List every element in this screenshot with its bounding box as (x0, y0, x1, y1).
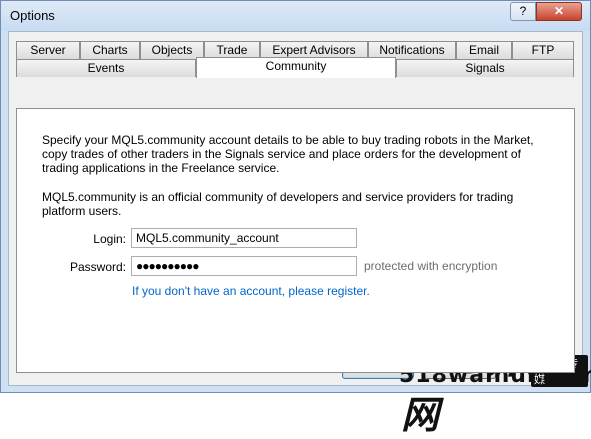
password-hint: protected with encryption (364, 259, 498, 273)
title-bar: Options ? ✕ (1, 1, 590, 31)
tab-community[interactable]: Community (196, 57, 396, 78)
tab-signals[interactable]: Signals (396, 59, 574, 77)
community-description: Specify your MQL5.community account deta… (42, 133, 534, 175)
tab-objects[interactable]: Objects (140, 41, 204, 59)
dialog-body: Server Charts Objects Trade Expert Advis… (8, 31, 583, 386)
password-field[interactable]: ●●●●●●●●●● (131, 256, 357, 276)
tab-charts[interactable]: Charts (80, 41, 140, 59)
password-label: Password: (69, 260, 126, 274)
login-field[interactable]: MQL5.community_account (131, 228, 357, 248)
tab-email[interactable]: Email (456, 41, 512, 59)
close-button[interactable]: ✕ (536, 2, 582, 21)
register-link[interactable]: If you don't have an account, please reg… (132, 284, 370, 298)
tab-ftp[interactable]: FTP (512, 41, 574, 59)
window-title: Options (10, 8, 55, 23)
login-label: Login: (93, 232, 126, 246)
tab-events[interactable]: Events (16, 59, 196, 77)
tab-server[interactable]: Server (16, 41, 80, 59)
options-dialog: Options ? ✕ Server Charts Objects Trade … (0, 0, 591, 437)
help-button[interactable]: ? (510, 2, 536, 21)
community-panel: Specify your MQL5.community account deta… (16, 108, 575, 373)
community-about: MQL5.community is an official community … (42, 190, 514, 218)
